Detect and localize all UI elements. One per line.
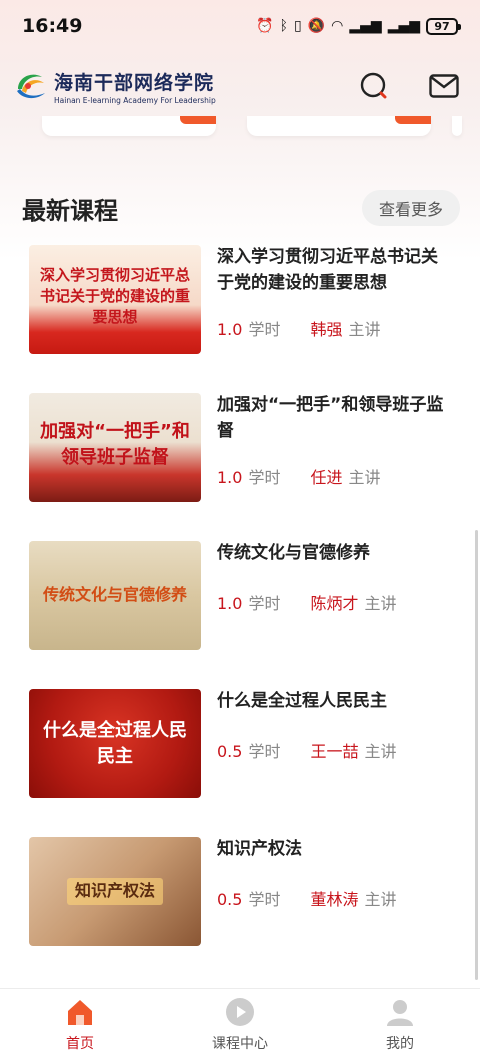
tab-mine[interactable]: 我的 (340, 997, 460, 1053)
lecturer-role: 主讲 (364, 890, 397, 909)
course-meta: 1.0 学时 陈炳才 主讲 (217, 590, 397, 614)
course-hours: 0.5 (217, 890, 243, 909)
lecturer-role: 主讲 (348, 320, 381, 339)
status-icons: ⏰ ᛒ ▯ 🔕 ◠ ▂▄▆ ▂▄▆ 97 (256, 17, 461, 35)
alarm-icon: ⏰ (256, 18, 274, 34)
thumbnail-caption: 知识产权法 (66, 878, 163, 905)
view-more-button[interactable]: 查看更多 (362, 190, 460, 226)
lecturer-role: 主讲 (348, 468, 381, 487)
user-icon (385, 997, 415, 1027)
lecturer-name: 任进 (310, 468, 343, 487)
course-title: 传统文化与官德修养 (217, 543, 370, 563)
hours-unit: 学时 (248, 742, 281, 761)
bottom-tab-bar: 首页 课程中心 我的 (0, 988, 480, 1058)
status-time: 16:49 (22, 15, 83, 37)
logo-title: 海南干部网络学院 (54, 71, 215, 94)
section-title: 最新课程 (22, 196, 118, 225)
thumbnail-caption: 加强对“一把手”和领导班子监督 (40, 421, 190, 468)
latest-courses-header: 最新课程 查看更多 (0, 188, 480, 228)
course-title: 知识产权法 (217, 839, 302, 859)
lecturer-name: 董林涛 (310, 890, 359, 909)
course-hours: 1.0 (217, 594, 243, 613)
logo-icon (14, 69, 48, 103)
course-hours: 0.5 (217, 742, 243, 761)
course-item[interactable]: 加强对“一把手”和领导班子监督 加强对“一把手”和领导班子监督 1.0 学时 任… (29, 392, 459, 502)
signal-4g-icon: ▂▄▆ (349, 18, 382, 34)
banner-tag (180, 116, 216, 124)
lecturer-name: 王一喆 (310, 742, 359, 761)
hours-unit: 学时 (248, 890, 281, 909)
mute-icon: 🔕 (307, 18, 326, 34)
lecturer-role: 主讲 (364, 742, 397, 761)
scrollbar[interactable] (475, 530, 478, 980)
banner-card[interactable] (42, 116, 216, 136)
course-meta: 0.5 学时 董林涛 主讲 (217, 886, 397, 910)
lecturer-role: 主讲 (364, 594, 397, 613)
signal-4g-icon: ▂▄▆ (387, 18, 420, 34)
course-item[interactable]: 什么是全过程人民民主 什么是全过程人民民主 0.5 学时 王一喆 主讲 (29, 688, 459, 798)
course-thumbnail: 深入学习贯彻习近平总书记关于党的建设的重要思想 (29, 245, 201, 354)
mail-icon (429, 74, 459, 98)
course-hours: 1.0 (217, 468, 243, 487)
hours-unit: 学时 (248, 320, 281, 339)
course-item[interactable]: 深入学习贯彻习近平总书记关于党的建设的重要思想 深入学习贯彻习近平总书记关于党的… (29, 244, 459, 354)
course-meta: 1.0 学时 任进 主讲 (217, 464, 381, 488)
course-title: 什么是全过程人民民主 (217, 691, 387, 711)
play-icon (225, 997, 255, 1027)
banner-card[interactable] (452, 116, 462, 136)
course-thumbnail: 加强对“一把手”和领导班子监督 (29, 393, 201, 502)
vibrate-icon: ▯ (294, 18, 302, 34)
tab-home[interactable]: 首页 (20, 997, 140, 1053)
tab-label: 课程中心 (212, 1036, 268, 1052)
thumbnail-caption: 什么是全过程人民民主 (43, 720, 187, 767)
lecturer-name: 陈炳才 (310, 594, 359, 613)
battery-icon: 97 (426, 17, 461, 35)
thumbnail-caption: 传统文化与官德修养 (42, 585, 187, 605)
course-title: 加强对“一把手”和领导班子监督 (217, 395, 444, 441)
thumbnail-caption: 深入学习贯彻习近平总书记关于党的建设的重要思想 (39, 266, 190, 326)
hours-unit: 学时 (248, 594, 281, 613)
banner-card[interactable] (247, 116, 431, 136)
bluetooth-icon: ᛒ (279, 18, 288, 34)
home-icon (65, 997, 95, 1027)
hours-unit: 学时 (248, 468, 281, 487)
app-header: 海南干部网络学院 Hainan E-learning Academy For L… (0, 58, 480, 114)
course-meta: 1.0 学时 韩强 主讲 (217, 316, 381, 340)
status-bar: 16:49 ⏰ ᛒ ▯ 🔕 ◠ ▂▄▆ ▂▄▆ 97 (0, 0, 480, 52)
banner-tag (395, 116, 431, 124)
course-thumbnail: 传统文化与官德修养 (29, 541, 201, 650)
wifi-icon: ◠ (331, 18, 344, 34)
tab-label: 我的 (386, 1036, 414, 1052)
course-thumbnail: 什么是全过程人民民主 (29, 689, 201, 798)
course-thumbnail: 知识产权法 (29, 837, 201, 946)
lecturer-name: 韩强 (310, 320, 343, 339)
course-item[interactable]: 传统文化与官德修养 传统文化与官德修养 1.0 学时 陈炳才 主讲 (29, 540, 459, 650)
search-icon (360, 72, 387, 99)
tab-label: 首页 (66, 1036, 94, 1052)
logo-text: 海南干部网络学院 Hainan E-learning Academy For L… (54, 68, 216, 105)
course-hours: 1.0 (217, 320, 243, 339)
course-meta: 0.5 学时 王一喆 主讲 (217, 738, 397, 762)
course-title: 深入学习贯彻习近平总书记关于党的建设的重要思想 (217, 247, 438, 293)
tab-course-center[interactable]: 课程中心 (180, 997, 300, 1053)
logo-subtitle: Hainan E-learning Academy For Leadership (54, 95, 216, 105)
mail-button[interactable] (428, 70, 460, 102)
search-button[interactable] (358, 70, 390, 102)
header-actions (358, 70, 466, 102)
course-item[interactable]: 知识产权法 知识产权法 0.5 学时 董林涛 主讲 (29, 836, 459, 946)
